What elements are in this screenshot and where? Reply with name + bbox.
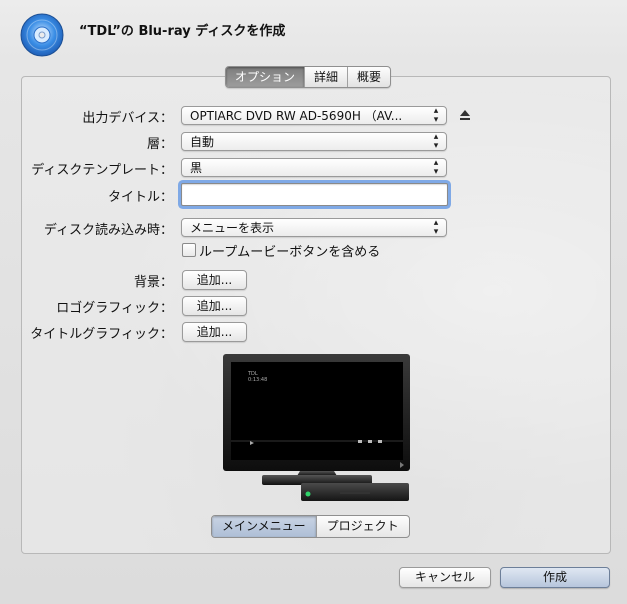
updown-arrows-icon: ▴ ▾ xyxy=(433,158,439,177)
disc-template-value: 黒 xyxy=(190,161,203,175)
title-input[interactable] xyxy=(181,183,448,206)
tab-details[interactable]: 詳細 xyxy=(305,67,349,87)
add-logo-graphic-button[interactable]: 追加... xyxy=(182,296,247,316)
create-button[interactable]: 作成 xyxy=(500,567,610,588)
window-title: “TDL”の Blu-ray ディスクを作成 xyxy=(79,24,286,39)
cancel-button[interactable]: キャンセル xyxy=(399,567,491,588)
segment-project[interactable]: プロジェクト xyxy=(317,516,409,537)
title-label: タイトル： xyxy=(107,190,173,205)
output-device-value: OPTIARC DVD RW AD-5690H （AV... xyxy=(190,109,403,123)
loop-movie-checkbox-label[interactable]: ループムービーボタンを含める xyxy=(199,241,380,260)
segment-main-menu[interactable]: メインメニュー xyxy=(212,516,317,537)
eject-icon[interactable] xyxy=(458,108,472,122)
loop-movie-checkbox[interactable] xyxy=(182,243,196,257)
title-graphic-label: タイトルグラフィック： xyxy=(30,327,173,342)
layer-popup[interactable]: 自動 ▴ ▾ xyxy=(181,132,447,151)
layer-value: 自動 xyxy=(190,135,215,149)
updown-arrows-icon: ▴ ▾ xyxy=(433,132,439,151)
layer-label: 層： xyxy=(146,137,173,152)
updown-arrows-icon: ▴ ▾ xyxy=(433,218,439,237)
on-disc-load-popup[interactable]: メニューを表示 ▴ ▾ xyxy=(181,218,447,237)
add-background-button[interactable]: 追加... xyxy=(182,270,247,290)
tab-bar: オプション 詳細 概要 xyxy=(225,66,392,88)
add-title-graphic-button[interactable]: 追加... xyxy=(182,322,247,342)
output-device-label: 出力デバイス： xyxy=(82,111,173,126)
on-disc-load-value: メニューを表示 xyxy=(190,221,275,235)
preview-mode-segmented: メインメニュー プロジェクト xyxy=(211,515,410,538)
logo-graphic-label: ロゴグラフィック： xyxy=(56,301,173,316)
updown-arrows-icon: ▴ ▾ xyxy=(433,106,439,125)
output-device-popup[interactable]: OPTIARC DVD RW AD-5690H （AV... ▴ ▾ xyxy=(181,106,447,125)
on-disc-load-label: ディスク読み込み時： xyxy=(43,223,173,238)
tv-preview: TDL 0:13:48 xyxy=(222,354,412,504)
tab-options[interactable]: オプション xyxy=(226,67,306,87)
preview-screen-time: 0:13:48 xyxy=(248,377,268,383)
disc-template-label: ディスクテンプレート： xyxy=(31,163,173,178)
disc-template-popup[interactable]: 黒 ▴ ▾ xyxy=(181,158,447,177)
bluray-disc-icon xyxy=(20,13,64,57)
tab-summary[interactable]: 概要 xyxy=(348,67,390,87)
background-label: 背景： xyxy=(133,275,173,290)
